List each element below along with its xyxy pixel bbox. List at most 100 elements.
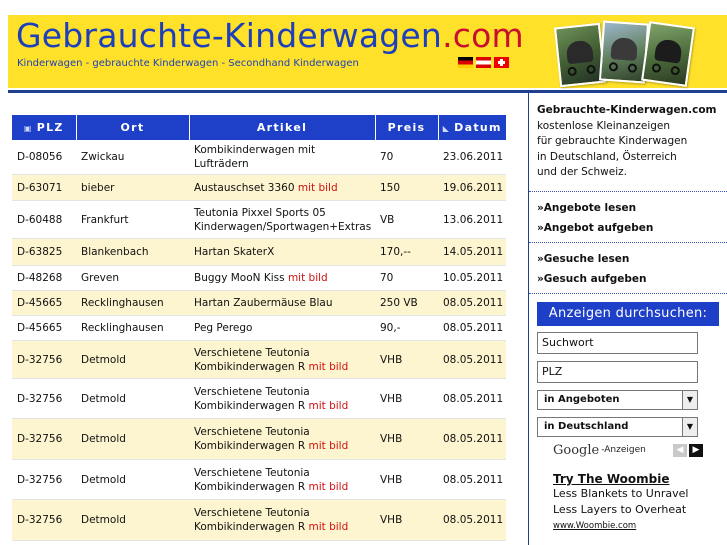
- ad-label[interactable]: -Anzeigen: [601, 445, 646, 455]
- ort-cell: Detmold: [76, 459, 189, 500]
- ad-text-line: Less Layers to Overheat: [553, 503, 687, 516]
- artikel-cell-text[interactable]: Verschietene Teutonia Kombikinderwagen R: [194, 467, 310, 493]
- read-wanted-link[interactable]: »Gesuche lesen: [537, 249, 719, 269]
- artikel-cell[interactable]: Verschietene Teutonia Kombikinderwagen R…: [189, 340, 375, 379]
- about-line: kostenlose Kleinanzeigen: [537, 119, 671, 132]
- artikel-cell[interactable]: Zwillingswagen /: [189, 540, 375, 545]
- table-row[interactable]: Zwillingswagen /: [12, 540, 506, 545]
- table-row[interactable]: D-48268 Greven Buggy MooN Kiss mit bild 70 1…: [12, 265, 506, 291]
- with-photo-label[interactable]: mit bild: [308, 400, 348, 412]
- keyword-input[interactable]: [537, 331, 698, 354]
- read-offers-link[interactable]: »Angebote lesen: [537, 198, 719, 218]
- table-row[interactable]: D-63825 Blankenbach Hartan SkaterX 170,-- 14…: [12, 238, 506, 266]
- preis-cell: 90,-: [375, 315, 438, 341]
- with-photo-label[interactable]: mit bild: [308, 440, 348, 452]
- post-offer-link[interactable]: »Angebot aufgeben: [537, 218, 719, 238]
- artikel-cell[interactable]: Hartan SkaterX: [189, 238, 375, 266]
- ort-cell-text: Recklinghausen: [81, 297, 164, 309]
- artikel-cell-text[interactable]: Teutonia Pixxel Sports 05 Kinderwagen/Sp…: [194, 207, 371, 233]
- table-row[interactable]: D-08056 Zwickau Kombikinderwagen mit Luftr…: [12, 140, 506, 175]
- column-header-plz[interactable]: ▣ PLZ: [12, 115, 77, 140]
- artikel-cell[interactable]: Hartan Zaubermäuse Blau: [189, 290, 375, 316]
- table-row[interactable]: D-32756 Detmold Verschietene Teutonia Komb…: [12, 378, 506, 419]
- site-title[interactable]: Gebrauchte-Kinderwagen.com: [16, 16, 524, 55]
- table-row[interactable]: D-45665 Recklinghausen Peg Perego 90,- 08.05…: [12, 315, 506, 341]
- previous-arrow-icon[interactable]: ◀: [673, 443, 687, 457]
- chevron-down-icon[interactable]: ▼: [682, 417, 697, 436]
- preis-cell: 170,--: [375, 238, 438, 266]
- table-row[interactable]: D-45665 Recklinghausen Hartan Zaubermäuse …: [12, 290, 506, 316]
- artikel-cell[interactable]: Verschietene Teutonia Kombikinderwagen R…: [189, 499, 375, 541]
- preis-cell-text: VHB: [380, 353, 403, 366]
- artikel-cell-text[interactable]: Austauschset 3360: [194, 182, 295, 194]
- site-header: Gebrauchte-Kinderwagen.com Kinderwagen -…: [8, 15, 727, 88]
- with-photo-label[interactable]: mit bild: [308, 481, 348, 493]
- ort-cell-text: Detmold: [81, 353, 126, 366]
- column-header-datum[interactable]: ◣ Datum: [438, 115, 506, 140]
- artikel-cell[interactable]: Verschietene Teutonia Kombikinderwagen R…: [189, 378, 375, 419]
- table-row[interactable]: D-60488 Frankfurt Teutonia Pixxel Sports 0…: [12, 200, 506, 239]
- with-photo-label[interactable]: mit bild: [308, 361, 348, 373]
- artikel-cell[interactable]: Kombikinderwagen mit Lufträdern: [189, 140, 375, 175]
- plz-cell: D-32756: [12, 378, 76, 419]
- ad-title-link[interactable]: Try The Woombie: [553, 472, 703, 486]
- ad-url-link[interactable]: www.Woombie.com: [553, 521, 636, 531]
- site-title-tld[interactable]: .com: [442, 16, 524, 55]
- table-header-row: ▣ PLZ Ort Artikel Preis ◣ Datum: [12, 115, 506, 140]
- artikel-cell[interactable]: Teutonia Pixxel Sports 05 Kinderwagen/Sp…: [189, 200, 375, 239]
- country-select[interactable]: in Deutschland ▼: [537, 416, 698, 437]
- datum-cell: 08.05.2011: [438, 340, 506, 379]
- artikel-cell-text[interactable]: Verschietene Teutonia Kombikinderwagen R: [194, 386, 310, 412]
- ort-cell: Zwickau: [76, 140, 189, 175]
- artikel-cell[interactable]: Buggy MooN Kiss mit bild: [189, 265, 375, 291]
- datum-cell: 08.05.2011: [438, 459, 506, 500]
- google-logo[interactable]: Google: [553, 443, 599, 458]
- artikel-cell-text[interactable]: Verschietene Teutonia Kombikinderwagen R: [194, 347, 310, 373]
- post-wanted-link[interactable]: »Gesuch aufgeben: [537, 269, 719, 289]
- artikel-cell-text[interactable]: Kombikinderwagen mit Lufträdern: [194, 144, 315, 170]
- preis-cell-text: VHB: [380, 514, 403, 526]
- listing-type-select[interactable]: in Angeboten ▼: [537, 389, 698, 410]
- at-flag-icon[interactable]: [476, 57, 491, 68]
- artikel-cell-text[interactable]: Buggy MooN Kiss: [194, 272, 285, 284]
- chevron-down-icon[interactable]: ▼: [682, 390, 697, 409]
- site-title-main[interactable]: Gebrauchte-Kinderwagen: [16, 16, 442, 55]
- table-row[interactable]: D-32756 Detmold Verschietene Teutonia Komb…: [12, 340, 506, 379]
- artikel-cell[interactable]: Peg Perego: [189, 315, 375, 341]
- about-title: Gebrauchte-Kinderwagen.com: [537, 104, 717, 116]
- column-header-preis[interactable]: Preis: [375, 115, 439, 140]
- datum-cell: 10.05.2011: [438, 265, 506, 291]
- header-stroller-photos: [553, 19, 695, 88]
- datum-cell: [438, 540, 506, 545]
- artikel-cell[interactable]: Verschietene Teutonia Kombikinderwagen R…: [189, 418, 375, 460]
- table-row[interactable]: D-63071 bieber Austauschset 3360 mit bild 1…: [12, 174, 506, 201]
- de-flag-icon[interactable]: [458, 57, 473, 68]
- column-header-ort[interactable]: Ort: [76, 115, 190, 140]
- next-arrow-icon[interactable]: ▶: [689, 443, 703, 457]
- search-title: Anzeigen durchsuchen:: [537, 301, 719, 326]
- wanted-nav: »Gesuche lesen »Gesuch aufgeben: [529, 243, 727, 294]
- plz-cell: D-32756: [12, 418, 76, 460]
- table-row[interactable]: D-32756 Detmold Verschietene Teutonia Komb…: [12, 499, 506, 541]
- column-header-artikel[interactable]: Artikel: [189, 115, 376, 140]
- with-photo-label[interactable]: mit bild: [308, 521, 348, 533]
- plz-input[interactable]: [537, 360, 698, 383]
- table-row[interactable]: D-32756 Detmold Verschietene Teutonia Komb…: [12, 418, 506, 460]
- plz-cell: D-48268: [12, 265, 76, 291]
- with-photo-label[interactable]: mit bild: [288, 272, 328, 284]
- ort-cell: Detmold: [76, 499, 189, 541]
- artikel-cell[interactable]: Verschietene Teutonia Kombikinderwagen R…: [189, 459, 375, 500]
- artikel-cell-text[interactable]: Verschietene Teutonia Kombikinderwagen R: [194, 507, 310, 533]
- artikel-cell[interactable]: Austauschset 3360 mit bild: [189, 174, 375, 201]
- with-photo-label[interactable]: mit bild: [298, 182, 338, 194]
- plz-cell: D-32756: [12, 499, 76, 541]
- ch-flag-icon[interactable]: [494, 57, 509, 68]
- artikel-cell-text[interactable]: Hartan Zaubermäuse Blau: [194, 297, 333, 309]
- datum-cell-text: 23.06.2011: [443, 151, 504, 163]
- table-row[interactable]: D-32756 Detmold Verschietene Teutonia Komb…: [12, 459, 506, 500]
- preis-cell: VHB: [375, 378, 438, 419]
- artikel-cell-text[interactable]: Peg Perego: [194, 322, 252, 334]
- artikel-cell-text[interactable]: Verschietene Teutonia Kombikinderwagen R: [194, 426, 310, 452]
- preis-cell: VHB: [375, 459, 438, 500]
- artikel-cell-text[interactable]: Hartan SkaterX: [194, 246, 274, 258]
